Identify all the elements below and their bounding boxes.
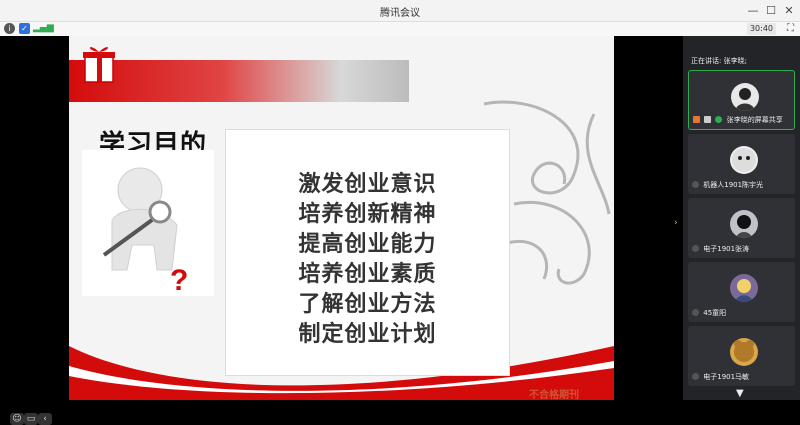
gift-icon [83, 47, 115, 83]
minimize-icon[interactable]: — [744, 2, 762, 20]
meeting-timer: 30:40 [746, 23, 776, 35]
camera-icon [704, 116, 712, 123]
avatar [731, 83, 759, 111]
screen-icon[interactable]: ▭ [24, 413, 38, 425]
speaking-indicator: 正在讲话: 张李晓; [691, 57, 747, 65]
objective-item: 激发创业意识 [298, 172, 437, 197]
participant-tile[interactable]: 电子1901张涛 [688, 198, 795, 258]
objectives-box: 激发创业意识 培养创新精神 提高创业能力 培养创业素质 了解创业方法 制定创业计… [225, 129, 510, 376]
title-band [69, 60, 409, 102]
signal-icon[interactable]: ▂▄▆ [33, 23, 54, 34]
bottom-caption: 不合格期刊 [529, 390, 579, 400]
participant-tile[interactable]: 45童阳 [688, 262, 795, 322]
participant-name: 电子1901张涛 [703, 245, 750, 253]
participant-name: 45童阳 [703, 309, 727, 317]
window-title: 腾讯会议 [380, 8, 420, 19]
participant-name: 机器人1901陈宇光 [703, 181, 764, 189]
emoji-icon[interactable]: ☺ [10, 413, 24, 425]
shield-icon[interactable]: ✓ [19, 23, 30, 34]
muted-mic-icon [692, 245, 699, 252]
muted-mic-icon [692, 309, 699, 316]
objective-item: 培养创业素质 [298, 262, 437, 287]
objective-item: 了解创业方法 [298, 292, 437, 317]
info-icon[interactable]: i [4, 23, 15, 34]
participant-name: 张李晓的屏幕共享 [726, 116, 783, 124]
microphone-icon [715, 116, 723, 123]
muted-mic-icon [692, 373, 699, 380]
title-bar: 腾讯会议 — ☐ ✕ [0, 0, 800, 22]
fullscreen-icon[interactable]: ⛶ [787, 22, 794, 36]
close-icon[interactable]: ✕ [780, 2, 798, 20]
avatar [730, 210, 758, 238]
maximize-icon[interactable]: ☐ [762, 2, 780, 20]
shared-screen-area: 学习目的 ? 激发创业意识 培养创新精神 提高创业能力 培养创业素质 了解创业方… [0, 36, 683, 425]
objective-item: 制定创业计划 [298, 322, 437, 347]
chevron-left-icon[interactable]: ‹ [38, 413, 52, 425]
objective-item: 培养创新精神 [298, 202, 437, 227]
participant-tile[interactable]: 机器人1901陈宇光 [688, 134, 795, 194]
svg-text:?: ? [170, 264, 188, 296]
muted-mic-icon [692, 181, 699, 188]
avatar [730, 146, 758, 174]
participant-panel: 正在讲话: 张李晓; 张李晓的屏幕共享 机器人1901陈宇光 电子1901张涛 [683, 36, 800, 400]
participant-tile[interactable]: 张李晓的屏幕共享 [688, 70, 795, 130]
objective-item: 提高创业能力 [298, 232, 437, 257]
screen-share-icon [693, 116, 700, 123]
avatar [730, 274, 758, 302]
avatar [730, 338, 758, 366]
chevron-right-icon[interactable]: › [674, 218, 678, 228]
chevron-down-icon[interactable]: ▼ [736, 388, 744, 399]
participant-name: 电子1901马敏 [703, 373, 750, 381]
participant-tile[interactable]: 电子1901马敏 [688, 326, 795, 386]
meeting-info-bar: i ✓ ▂▄▆ 30:40 ⛶ [0, 22, 800, 36]
thinking-figure-image: ? [82, 150, 214, 297]
presentation-slide: 学习目的 ? 激发创业意识 培养创新精神 提高创业能力 培养创业素质 了解创业方… [69, 36, 614, 400]
